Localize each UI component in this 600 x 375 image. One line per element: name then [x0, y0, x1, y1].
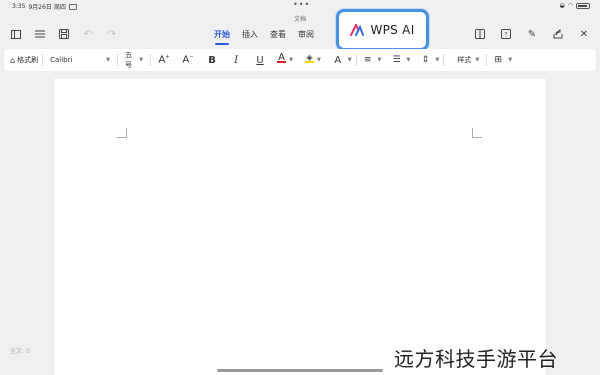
close-icon[interactable]: ✕ — [574, 26, 594, 42]
wps-ai-button[interactable]: WPS AI — [336, 9, 429, 51]
highlight-color-bar — [304, 61, 314, 63]
signal-icon: ◒ — [559, 2, 565, 9]
divider — [117, 54, 119, 66]
wps-ai-label: WPS AI — [370, 23, 415, 37]
font-name-value: Calibri — [50, 56, 73, 64]
tab-insert[interactable]: 插入 — [236, 26, 264, 43]
watermark-text: 远方科技手游平台 — [394, 347, 558, 371]
document-page[interactable] — [54, 79, 546, 375]
style-label: 样式 — [457, 56, 472, 64]
decrease-font-icon[interactable]: A− — [181, 54, 195, 65]
chevron-down-icon[interactable]: ▼ — [317, 57, 321, 63]
underline-icon[interactable]: U — [253, 55, 267, 66]
wps-ai-logo-icon — [350, 24, 365, 36]
undo-icon[interactable]: ↶ — [78, 26, 98, 42]
line-spacing-icon[interactable]: ⇕ — [418, 55, 432, 65]
svg-text:?: ? — [504, 32, 507, 39]
chevron-down-icon: ▼ — [139, 57, 144, 63]
divider — [443, 54, 445, 66]
chevron-down-icon[interactable]: ▼ — [378, 57, 382, 63]
multitask-dots-icon[interactable]: ••• — [293, 0, 310, 9]
style-select[interactable]: 样式 ▼ — [454, 53, 482, 67]
format-painter-button[interactable]: ⌂ 格式刷 — [10, 52, 38, 68]
margin-corner-marker — [472, 128, 482, 138]
chevron-down-icon[interactable]: ▼ — [435, 57, 439, 63]
font-size-select[interactable]: 五号 ▼ — [122, 51, 146, 69]
split-view-icon[interactable] — [470, 26, 490, 42]
highlight-button[interactable]: ◈ — [304, 52, 314, 68]
status-bar: 3:35 9月26日 周四 ••• ◒ ◠ — [0, 0, 600, 12]
pen-icon[interactable]: ✎ — [522, 26, 542, 42]
nav-right-group: ? ✎ ✕ — [470, 26, 594, 42]
font-name-select[interactable]: Calibri ▼ — [47, 53, 113, 67]
tab-start[interactable]: 开始 — [208, 26, 236, 45]
more-format-icon[interactable]: ⊞ — [491, 55, 505, 65]
divider — [150, 54, 152, 66]
wifi-icon: ◠ — [567, 2, 573, 9]
font-color-button[interactable]: A — [277, 52, 287, 68]
bullet-list-icon[interactable]: ☰ — [390, 55, 404, 65]
chevron-down-icon: ▼ — [475, 57, 480, 63]
status-time: 3:35 — [12, 3, 26, 10]
font-size-value: 五号 — [125, 51, 133, 69]
share-icon[interactable] — [548, 26, 568, 42]
formatting-toolbar: ⌂ 格式刷 Calibri ▼ 五号 ▼ A+ A− B I U A ▼ ◈ ▼… — [4, 49, 596, 71]
divider — [486, 54, 488, 66]
home-indicator[interactable] — [217, 369, 383, 372]
bold-icon[interactable]: B — [205, 55, 219, 66]
chevron-down-icon[interactable]: ▼ — [289, 57, 293, 63]
align-icon[interactable]: ≡ — [361, 55, 375, 65]
divider — [42, 54, 44, 66]
status-right: ◒ ◠ — [559, 2, 590, 9]
chevron-down-icon: ▼ — [106, 57, 111, 63]
tab-view[interactable]: 查看 — [264, 26, 292, 43]
increase-font-icon[interactable]: A+ — [157, 54, 171, 65]
word-count: 全文: 0 — [10, 348, 30, 355]
top-navigation: ↶ ↷ 开始 插入 查看 审阅 ? ✎ ✕ — [0, 20, 600, 48]
status-date: 9月26日 周四 — [28, 4, 66, 11]
margin-corner-marker — [117, 128, 127, 138]
divider — [355, 54, 357, 66]
chevron-down-icon[interactable]: ▼ — [508, 57, 512, 63]
chevron-down-icon[interactable]: ▼ — [407, 57, 411, 63]
save-icon[interactable] — [54, 26, 74, 42]
sidebar-toggle-icon[interactable] — [6, 26, 26, 42]
italic-icon[interactable]: I — [229, 55, 243, 66]
text-effect-icon[interactable]: A — [331, 55, 345, 66]
tab-review[interactable]: 审阅 — [292, 26, 320, 43]
nav-left-group: ↶ ↷ — [6, 26, 122, 42]
menu-icon[interactable] — [30, 26, 50, 42]
chevron-down-icon[interactable]: ▼ — [348, 57, 352, 63]
battery-icon — [576, 2, 590, 9]
screen-mirror-icon — [68, 3, 77, 10]
text-box-icon[interactable]: ? — [496, 26, 516, 42]
format-painter-label: 格式刷 — [17, 56, 39, 64]
redo-icon[interactable]: ↷ — [102, 26, 122, 42]
format-painter-icon: ⌂ — [10, 55, 16, 65]
font-color-bar — [277, 61, 287, 63]
ribbon-tabs: 开始 插入 查看 审阅 — [208, 26, 320, 45]
status-left: 3:35 9月26日 周四 — [12, 2, 77, 11]
